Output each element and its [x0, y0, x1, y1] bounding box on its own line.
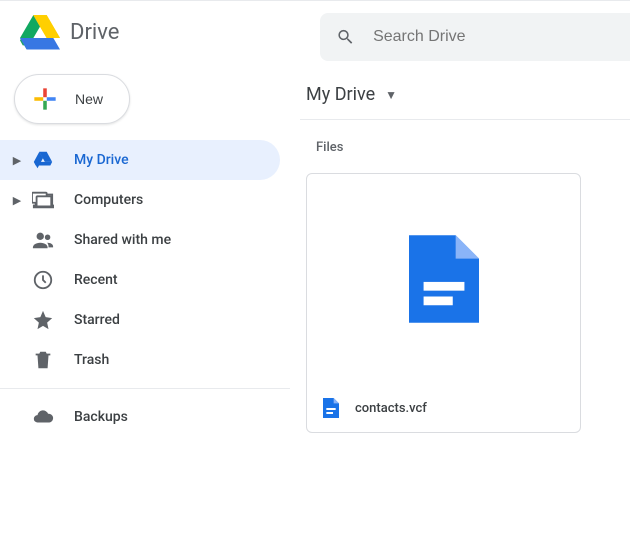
chevron-right-icon[interactable]: ▶ — [12, 194, 22, 207]
logo-area[interactable]: Drive — [0, 13, 320, 53]
sidebar-item-recent[interactable]: Recent — [0, 260, 280, 300]
chevron-right-icon[interactable]: ▶ — [12, 154, 22, 167]
document-icon — [323, 398, 339, 418]
sidebar-item-my-drive[interactable]: ▶ My Drive — [0, 140, 280, 180]
sidebar-item-trash[interactable]: Trash — [0, 340, 280, 380]
search-input[interactable] — [373, 28, 614, 46]
file-footer: contacts.vcf — [307, 384, 580, 432]
sidebar-item-shared[interactable]: Shared with me — [0, 220, 280, 260]
main-area: My Drive ▼ Files contacts. — [290, 64, 630, 437]
sidebar-item-backups[interactable]: Backups — [0, 397, 280, 437]
new-button[interactable]: New — [14, 74, 130, 124]
search-icon — [336, 26, 355, 48]
file-card[interactable]: contacts.vcf — [306, 173, 581, 433]
nav-label: My Drive — [74, 152, 129, 168]
drive-icon — [32, 149, 54, 171]
shared-icon — [32, 229, 54, 251]
divider — [0, 388, 290, 389]
plus-icon — [29, 83, 61, 115]
section-label: Files — [316, 140, 630, 155]
nav-label: Trash — [74, 352, 109, 368]
nav-label: Recent — [74, 272, 118, 288]
sidebar: New ▶ My Drive ▶ Computers Shared with m… — [0, 64, 290, 437]
nav-label: Backups — [74, 409, 128, 425]
starred-icon — [32, 309, 54, 331]
nav-label: Shared with me — [74, 232, 171, 248]
app-name: Drive — [70, 20, 119, 45]
sidebar-item-starred[interactable]: Starred — [0, 300, 280, 340]
nav-label: Starred — [74, 312, 120, 328]
topbar: Drive — [0, 0, 630, 64]
trash-icon — [32, 349, 54, 371]
drive-logo-icon — [20, 13, 60, 53]
file-preview — [307, 174, 580, 384]
sidebar-item-computers[interactable]: ▶ Computers — [0, 180, 280, 220]
document-icon — [409, 234, 479, 324]
recent-icon — [32, 269, 54, 291]
file-name: contacts.vcf — [355, 401, 427, 416]
breadcrumb-label: My Drive — [306, 84, 375, 105]
search-bar[interactable] — [320, 13, 630, 61]
backups-icon — [32, 406, 54, 428]
new-button-label: New — [75, 91, 103, 107]
chevron-down-icon: ▼ — [385, 88, 397, 102]
breadcrumb[interactable]: My Drive ▼ — [300, 84, 630, 120]
nav-label: Computers — [74, 192, 143, 208]
computers-icon — [32, 189, 54, 211]
